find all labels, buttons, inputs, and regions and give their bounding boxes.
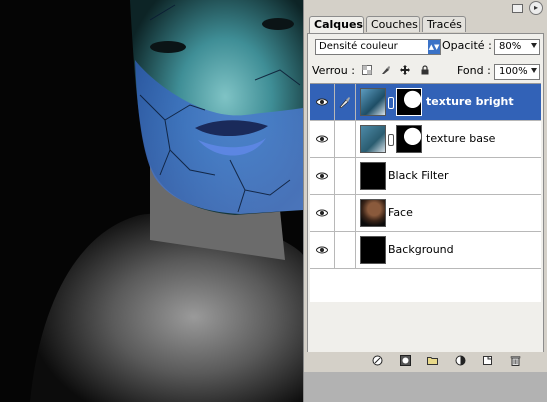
tab-calques[interactable]: Calques <box>309 16 364 33</box>
select-arrow-icon: ▲▼ <box>428 40 440 54</box>
blend-mode-value: Densité couleur <box>319 41 398 52</box>
link-brush-cell[interactable] <box>335 195 356 231</box>
eye-icon <box>316 246 328 254</box>
panel-dock-strip <box>304 372 547 402</box>
lock-row: Verrou : Fond : 100% <box>312 63 540 81</box>
link-brush-cell[interactable] <box>335 121 356 157</box>
fill-label: Fond : <box>457 64 491 77</box>
visibility-toggle[interactable] <box>310 84 335 120</box>
layer-name: Face <box>388 206 413 219</box>
layer-row-background[interactable]: Background <box>310 232 541 269</box>
lock-label: Verrou : <box>312 64 355 77</box>
link-brush-cell[interactable] <box>335 84 356 120</box>
layer-style-icon[interactable] <box>372 355 383 366</box>
layer-row-face[interactable]: Face <box>310 195 541 232</box>
lock-position-icon[interactable] <box>400 65 410 75</box>
layer-name: texture bright <box>426 95 514 108</box>
trash-icon[interactable] <box>510 355 521 366</box>
layers-panel-body: Densité couleur ▲▼ Opacité : 80% Verrou … <box>307 33 544 370</box>
layer-thumbnail[interactable] <box>360 236 386 264</box>
add-mask-icon[interactable] <box>400 355 411 366</box>
blend-mode-select[interactable]: Densité couleur ▲▼ <box>315 39 441 55</box>
layer-thumbnail[interactable] <box>360 199 386 227</box>
layer-name: Black Filter <box>388 169 449 182</box>
link-brush-cell[interactable] <box>335 158 356 194</box>
chain-link-icon[interactable] <box>388 97 394 109</box>
fill-value: 100% <box>499 66 528 77</box>
fill-field[interactable]: 100% <box>494 64 540 80</box>
new-layer-icon[interactable] <box>482 355 493 366</box>
opacity-value: 80% <box>499 41 522 52</box>
panel-tabs: Calques Couches Tracés <box>307 16 544 33</box>
blend-row: Densité couleur ▲▼ Opacité : 80% <box>312 38 540 56</box>
opacity-label: Opacité : <box>442 39 492 52</box>
document-canvas[interactable] <box>0 0 303 402</box>
eye-icon <box>316 209 328 217</box>
lock-all-icon[interactable] <box>420 65 430 75</box>
layers-toolbar <box>307 352 544 370</box>
fill-dropdown-icon[interactable] <box>531 68 537 73</box>
adjustment-layer-icon[interactable] <box>455 355 466 366</box>
layer-thumbnail[interactable] <box>360 125 386 153</box>
eye-icon <box>316 172 328 180</box>
layer-name: texture base <box>426 132 496 145</box>
visibility-toggle[interactable] <box>310 232 335 268</box>
layer-thumbnail[interactable] <box>360 162 386 190</box>
layer-mask-thumbnail[interactable] <box>396 88 422 116</box>
link-brush-cell[interactable] <box>335 232 356 268</box>
eye-icon <box>316 98 328 106</box>
chain-link-icon[interactable] <box>388 134 394 146</box>
visibility-toggle[interactable] <box>310 121 335 157</box>
layer-row-black-filter[interactable]: Black Filter <box>310 158 541 195</box>
layer-thumbnail[interactable] <box>360 88 386 116</box>
eye-icon <box>316 135 328 143</box>
layers-panel: ▸ Calques Couches Tracés Densité couleur… <box>303 0 547 402</box>
tab-couches[interactable]: Couches <box>366 16 420 32</box>
visibility-toggle[interactable] <box>310 158 335 194</box>
tab-traces[interactable]: Tracés <box>422 16 466 32</box>
layer-row-texture-base[interactable]: texture base <box>310 121 541 158</box>
opacity-dropdown-icon[interactable] <box>531 43 537 48</box>
layers-list: texture bright texture base Black Filter… <box>310 83 541 302</box>
brush-icon <box>339 97 350 108</box>
panel-close-icon[interactable] <box>512 4 523 13</box>
lock-transparency-icon[interactable] <box>362 65 372 75</box>
layer-name: Background <box>388 243 454 256</box>
panel-menu-icon[interactable]: ▸ <box>529 1 543 15</box>
visibility-toggle[interactable] <box>310 195 335 231</box>
new-group-icon[interactable] <box>427 355 438 366</box>
layer-row-texture-bright[interactable]: texture bright <box>310 84 541 121</box>
opacity-field[interactable]: 80% <box>494 39 540 55</box>
lock-paint-icon[interactable] <box>381 65 391 75</box>
layer-mask-thumbnail[interactable] <box>396 125 422 153</box>
artwork-image <box>0 0 303 402</box>
